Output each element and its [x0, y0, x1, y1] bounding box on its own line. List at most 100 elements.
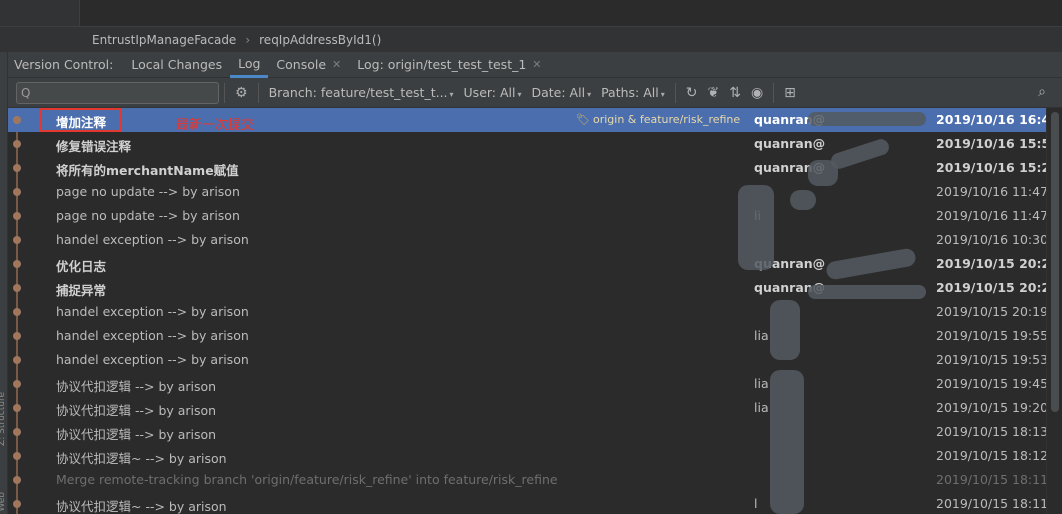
tab-log-origin[interactable]: Log: origin/test_test_test_1 ✕: [349, 52, 549, 78]
commit-date: 2019/10/16 15:23: [936, 160, 1046, 175]
commit-date: 2019/10/15 18:11: [936, 472, 1046, 487]
commit-author: lia: [754, 400, 769, 415]
user-filter[interactable]: User: All ▾: [464, 85, 522, 100]
breadcrumb-method[interactable]: reqIpAddressById1(): [259, 33, 381, 47]
commit-node-icon: [13, 116, 21, 124]
tab-console[interactable]: Console ✕: [268, 52, 349, 78]
commit-node-icon: [13, 140, 21, 148]
commit-date: 2019/10/15 19:53: [936, 352, 1046, 367]
commit-date: 2019/10/15 20:27: [936, 256, 1046, 271]
commit-message: Merge remote-tracking branch 'origin/fea…: [56, 472, 558, 487]
toolbar-separator: [773, 82, 775, 103]
commit-node-icon: [13, 236, 21, 244]
commit-message: 捕捉异常: [56, 283, 107, 298]
table-row[interactable]: 协议代扣逻辑~ --> by arison l 2019/10/15 18:11: [8, 492, 1046, 514]
close-icon[interactable]: ✕: [332, 52, 341, 78]
commit-date: 2019/10/16 10:30: [936, 232, 1046, 247]
commit-date: 2019/10/15 19:20: [936, 400, 1046, 415]
commit-node-icon: [13, 428, 21, 436]
table-row[interactable]: 协议代扣逻辑 --> by arison 2019/10/15 18:13: [8, 420, 1046, 444]
commit-date: 2019/10/15 18:12: [936, 448, 1046, 463]
commit-message: 协议代扣逻辑 --> by arison: [56, 379, 217, 394]
commit-date: 2019/10/16 15:58: [936, 136, 1046, 151]
commit-node-icon: [13, 476, 21, 484]
table-row[interactable]: handel exception --> by arison lia 2019/10…: [8, 324, 1046, 348]
commit-message: 优化日志: [56, 259, 107, 274]
commit-date: 2019/10/15 19:45: [936, 376, 1046, 391]
toolbar-separator: [224, 82, 225, 103]
scrollbar-thumb[interactable]: [1051, 112, 1059, 412]
vertical-scrollbar[interactable]: [1046, 108, 1062, 514]
redaction-blur: [808, 112, 926, 126]
commit-date: 2019/10/15 20:25: [936, 280, 1046, 295]
eye-icon[interactable]: ◉: [751, 85, 763, 101]
redaction-blur: [808, 285, 926, 299]
refresh-icon[interactable]: ↻: [686, 85, 698, 101]
commit-author: lia: [754, 376, 769, 391]
gear-icon[interactable]: ⚙: [235, 85, 248, 101]
commit-date: 2019/10/16 11:47: [936, 184, 1046, 199]
commit-date: 2019/10/15 18:13: [936, 424, 1046, 439]
commit-date: 2019/10/15 18:11: [936, 496, 1046, 511]
commit-list: 增加注释 🏷 origin & feature/risk_refine quanran…: [8, 108, 1046, 514]
breadcrumb-class[interactable]: EntrustIpManageFacade: [92, 33, 236, 47]
redaction-blur: [738, 185, 774, 270]
sort-icon[interactable]: ⇅: [729, 85, 741, 101]
commit-date: 2019/10/15 20:19: [936, 304, 1046, 319]
commit-date: 2019/10/15 19:55: [936, 328, 1046, 343]
commit-message: handel exception --> by arison: [56, 232, 249, 247]
redaction-blur: [770, 300, 800, 360]
table-row[interactable]: handel exception --> by arison 2019/10/16…: [8, 228, 1046, 252]
log-toolbar: Q ⚙ Branch: feature/test_test_t... ▾ User…: [8, 78, 1062, 108]
table-row[interactable]: handel exception --> by arison 2019/10/15…: [8, 300, 1046, 324]
commit-node-icon: [13, 284, 21, 292]
search-icon: Q: [21, 85, 31, 100]
tab-log[interactable]: Log: [230, 52, 269, 78]
table-row[interactable]: 协议代扣逻辑~ --> by arison 2019/10/15 18:12: [8, 444, 1046, 468]
left-tool-strip: Z: Structure Web: [0, 52, 8, 514]
table-row[interactable]: page no update --> by arisonli2019/10/16…: [8, 204, 1046, 228]
commit-message: handel exception --> by arison: [56, 328, 249, 343]
commit-node-icon: [13, 356, 21, 364]
commit-message: 协议代扣逻辑 --> by arison: [56, 403, 217, 418]
branch-filter[interactable]: Branch: feature/test_test_t... ▾: [269, 85, 454, 100]
annotation-label: 最新一次提交: [176, 118, 255, 133]
search-icon[interactable]: ⌕: [1038, 84, 1046, 100]
commit-node-icon: [13, 260, 21, 268]
commit-node-icon: [13, 500, 21, 508]
commit-node-icon: [13, 164, 21, 172]
commit-date: 2019/10/16 16:44: [936, 112, 1046, 127]
commit-node-icon: [13, 380, 21, 388]
table-row[interactable]: 协议代扣逻辑 --> by arison lia 2019/10/15 19:45: [8, 372, 1046, 396]
close-icon[interactable]: ✕: [532, 52, 541, 78]
commit-node-icon: [13, 212, 21, 220]
commit-node-icon: [13, 404, 21, 412]
tab-local-changes[interactable]: Local Changes: [123, 52, 230, 78]
table-row[interactable]: 修复错误注释 quanran@ 2019/10/16 15:58: [8, 132, 1046, 156]
log-search-input[interactable]: Q: [16, 81, 219, 104]
date-filter[interactable]: Date: All ▾: [532, 85, 592, 100]
table-row[interactable]: 将所有的merchantName赋值 quanran@ 2019/10/16 15:…: [8, 156, 1046, 180]
commit-message: 将所有的merchantName赋值: [56, 163, 239, 178]
table-row[interactable]: Merge remote-tracking branch 'origin/fea…: [8, 468, 1046, 492]
toolbar-separator: [674, 82, 676, 103]
commit-message: 修复错误注释: [56, 139, 132, 154]
commit-message: page no update --> by arison: [56, 184, 240, 199]
table-row[interactable]: 协议代扣逻辑 --> by arison lia 2019/10/15 19:20: [8, 396, 1046, 420]
table-row[interactable]: page no update --> by arison 2019/10/16 1…: [8, 180, 1046, 204]
breadcrumb: EntrustIpManageFacade › reqIpAddressById…: [0, 26, 1062, 52]
new-window-icon[interactable]: ⊞: [784, 85, 796, 101]
highlight-box: [40, 108, 122, 132]
commit-node-icon: [13, 332, 21, 340]
cherry-pick-icon[interactable]: ❦: [707, 85, 719, 101]
chevron-right-icon: ›: [245, 32, 251, 47]
tag-icon: 🏷: [576, 113, 590, 126]
top-strip: [0, 0, 1062, 26]
commit-message: 协议代扣逻辑 --> by arison: [56, 427, 217, 442]
commit-message: page no update --> by arison: [56, 208, 240, 223]
editor-gutter: [0, 0, 80, 26]
commit-message: handel exception --> by arison: [56, 304, 249, 319]
commit-author: l: [754, 496, 758, 511]
table-row[interactable]: handel exception --> by arison 2019/10/15…: [8, 348, 1046, 372]
paths-filter[interactable]: Paths: All ▾: [601, 85, 665, 100]
